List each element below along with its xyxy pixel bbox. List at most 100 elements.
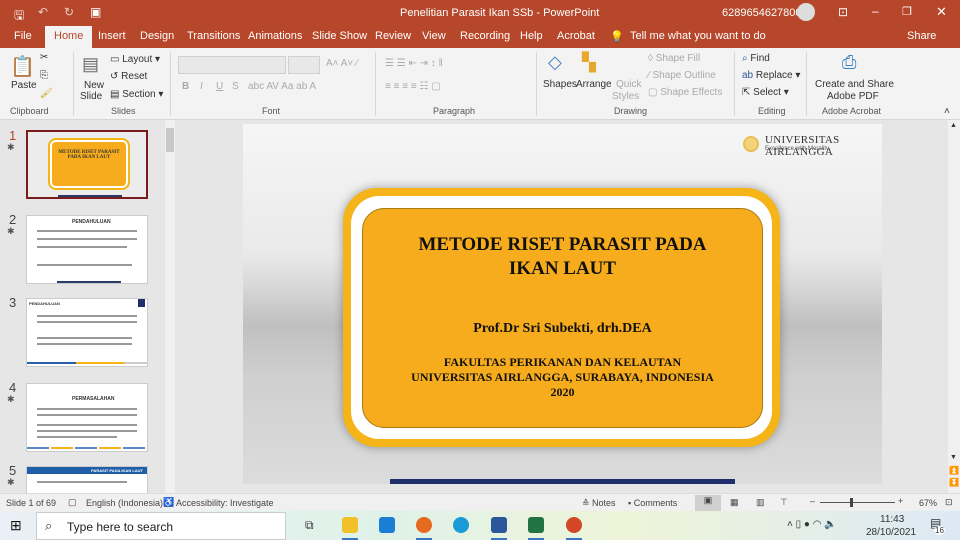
tab-insert[interactable]: Insert [98,30,126,42]
firefox-icon[interactable] [416,517,432,533]
paste-icon[interactable]: 📋 [10,54,35,79]
slide-thumbnail-4[interactable]: PERMASALAHAN [26,383,148,452]
close-button[interactable]: ✕ [936,4,947,20]
tab-home[interactable]: Home [45,26,93,48]
task-view-icon[interactable]: ⧉ [305,518,314,533]
align-buttons[interactable]: ≡ ≡ ≡ ≡ ☷ ▢ [385,81,441,92]
undo-icon[interactable]: ↶ [38,5,48,19]
bold-button[interactable]: B [182,81,189,92]
thumbnail-scrollbar[interactable] [165,120,175,493]
fit-slide-icon[interactable]: ⊡ [945,497,953,508]
tell-me-search[interactable]: Tell me what you want to do [630,30,766,42]
word-icon[interactable] [491,517,507,533]
shadow-button[interactable]: S [232,81,239,92]
reading-view-button[interactable]: ▥ [756,497,765,508]
redo-icon[interactable]: ↻ [64,5,74,19]
powerpoint-icon[interactable] [566,517,582,533]
windows-start-icon[interactable]: ⊞ [10,517,22,534]
tab-help[interactable]: Help [520,30,543,42]
comments-button[interactable]: ▪ Comments [628,498,677,508]
clock-time[interactable]: 11:43 [880,514,904,525]
layout-button[interactable]: ▭ Layout ▾ [110,54,160,65]
language-status[interactable]: English (Indonesia) [86,498,163,508]
zoom-level[interactable]: 67% [919,498,937,508]
adobe-pdf-icon[interactable]: ⎙ [842,52,856,73]
prev-slide-icon[interactable]: ⏫ [949,466,959,475]
slide-sorter-button[interactable]: ▦ [730,497,739,508]
tab-review[interactable]: Review [375,30,411,42]
tab-animations[interactable]: Animations [248,30,302,42]
edge-icon[interactable] [453,517,469,533]
mail-icon[interactable] [379,517,395,533]
shapes-button[interactable]: Shapes [543,79,577,90]
paste-button[interactable]: Paste [11,80,37,91]
shape-effects-button[interactable]: ▢ Shape Effects [648,87,722,98]
zoom-in-button[interactable]: + [898,496,903,506]
arrange-button[interactable]: Arrange [576,79,612,90]
notes-button[interactable]: ≙ Notes [582,498,616,509]
spellcheck-icon[interactable]: ▢ [68,497,77,508]
find-button[interactable]: ⌕ Find [742,53,770,64]
file-explorer-icon[interactable] [342,517,358,533]
zoom-out-button[interactable]: – [810,496,815,506]
excel-icon[interactable] [528,517,544,533]
tab-transitions[interactable]: Transitions [187,30,240,42]
list-buttons[interactable]: ☰ ☰ ⇤ ⇥ ↕ ‖ [385,58,443,69]
tab-recording[interactable]: Recording [460,30,510,42]
tray-icons[interactable]: ˄ ▯ ● ◠ 🔈 [787,519,837,530]
slide-thumbnail-5[interactable]: PARASIT PADA IKAN LAUT [26,466,148,496]
font-size-buttons[interactable]: A˄ A˅ ⁄ [326,58,358,69]
section-button[interactable]: ▤ Section ▾ [110,89,163,100]
scroll-up-icon[interactable]: ▲ [950,122,957,129]
format-painter-icon[interactable]: 🖌 [40,88,53,99]
new-slide-icon[interactable]: ▤ [82,54,99,75]
create-pdf-button[interactable]: Create and Share [815,79,894,90]
title-box[interactable]: METODE RISET PARASIT PADA IKAN LAUT Prof… [362,208,763,428]
quick-styles-button[interactable]: Quick [616,79,642,90]
share-button[interactable]: Share [907,30,936,42]
copy-icon[interactable]: ⎘ [40,70,48,81]
tab-slide-show[interactable]: Slide Show [312,30,367,42]
next-slide-icon[interactable]: ⏬ [949,478,959,487]
slide-thumbnail-1[interactable]: METODE RISET PARASIT PADA IKAN LAUT [26,130,148,199]
shapes-icon[interactable]: ◇ [548,52,562,73]
italic-button[interactable]: I [200,81,203,92]
account-name[interactable]: 6289654627800 [722,7,802,19]
slide-thumbnail-2[interactable]: PENDAHULUAN [26,215,148,284]
cut-icon[interactable]: ✂ [40,52,48,63]
ribbon-display-icon[interactable]: ⊡ [838,5,848,19]
avatar[interactable] [797,3,815,21]
new-slide-button[interactable]: New [84,80,104,91]
slide-scrollbar[interactable]: ▲ ▼ ⏫ ⏬ [948,120,960,493]
normal-view-button[interactable]: ▣ [695,495,721,511]
replace-button[interactable]: ab Replace ▾ [742,70,800,81]
accessibility-status[interactable]: Accessibility: Investigate [176,498,274,508]
slide-canvas[interactable]: UNIVERSITAS AIRLANGGA Excellence with Mo… [243,124,882,484]
font-more-buttons[interactable]: abc AV Aa ab A [248,81,316,92]
font-name-box[interactable] [178,56,286,74]
tab-acrobat[interactable]: Acrobat [557,30,595,42]
minimize-button[interactable]: – [872,4,879,18]
tab-view[interactable]: View [422,30,446,42]
font-size-box[interactable] [288,56,320,74]
underline-button[interactable]: U [216,81,223,92]
save-icon[interactable]: 🖫 [14,6,24,27]
zoom-slider-thumb[interactable] [850,498,853,507]
search-box[interactable]: ⌕ Type here to search [36,512,286,540]
present-icon[interactable]: ▣ [90,5,101,19]
slideshow-button[interactable]: ⊤ [780,497,788,508]
reset-button[interactable]: ↺ Reset [110,71,147,82]
shape-fill-button[interactable]: ◊ Shape Fill [648,53,700,64]
select-button[interactable]: ⇱ Select ▾ [742,87,789,98]
new-slide-label[interactable]: Slide [80,91,102,102]
clock-date[interactable]: 28/10/2021 [866,527,916,538]
slide-thumbnail-3[interactable]: PENDAHULUAN [26,298,148,367]
restore-button[interactable]: ❐ [902,5,912,18]
tab-file[interactable]: File [14,30,32,42]
shape-outline-button[interactable]: ⁄ Shape Outline [648,70,716,81]
collapse-ribbon-icon[interactable]: ˄ [944,106,950,117]
arrange-icon[interactable]: ▚ [582,52,596,73]
tab-design[interactable]: Design [140,30,174,42]
zoom-slider[interactable] [820,502,895,503]
scroll-down-icon[interactable]: ▼ [950,454,957,461]
